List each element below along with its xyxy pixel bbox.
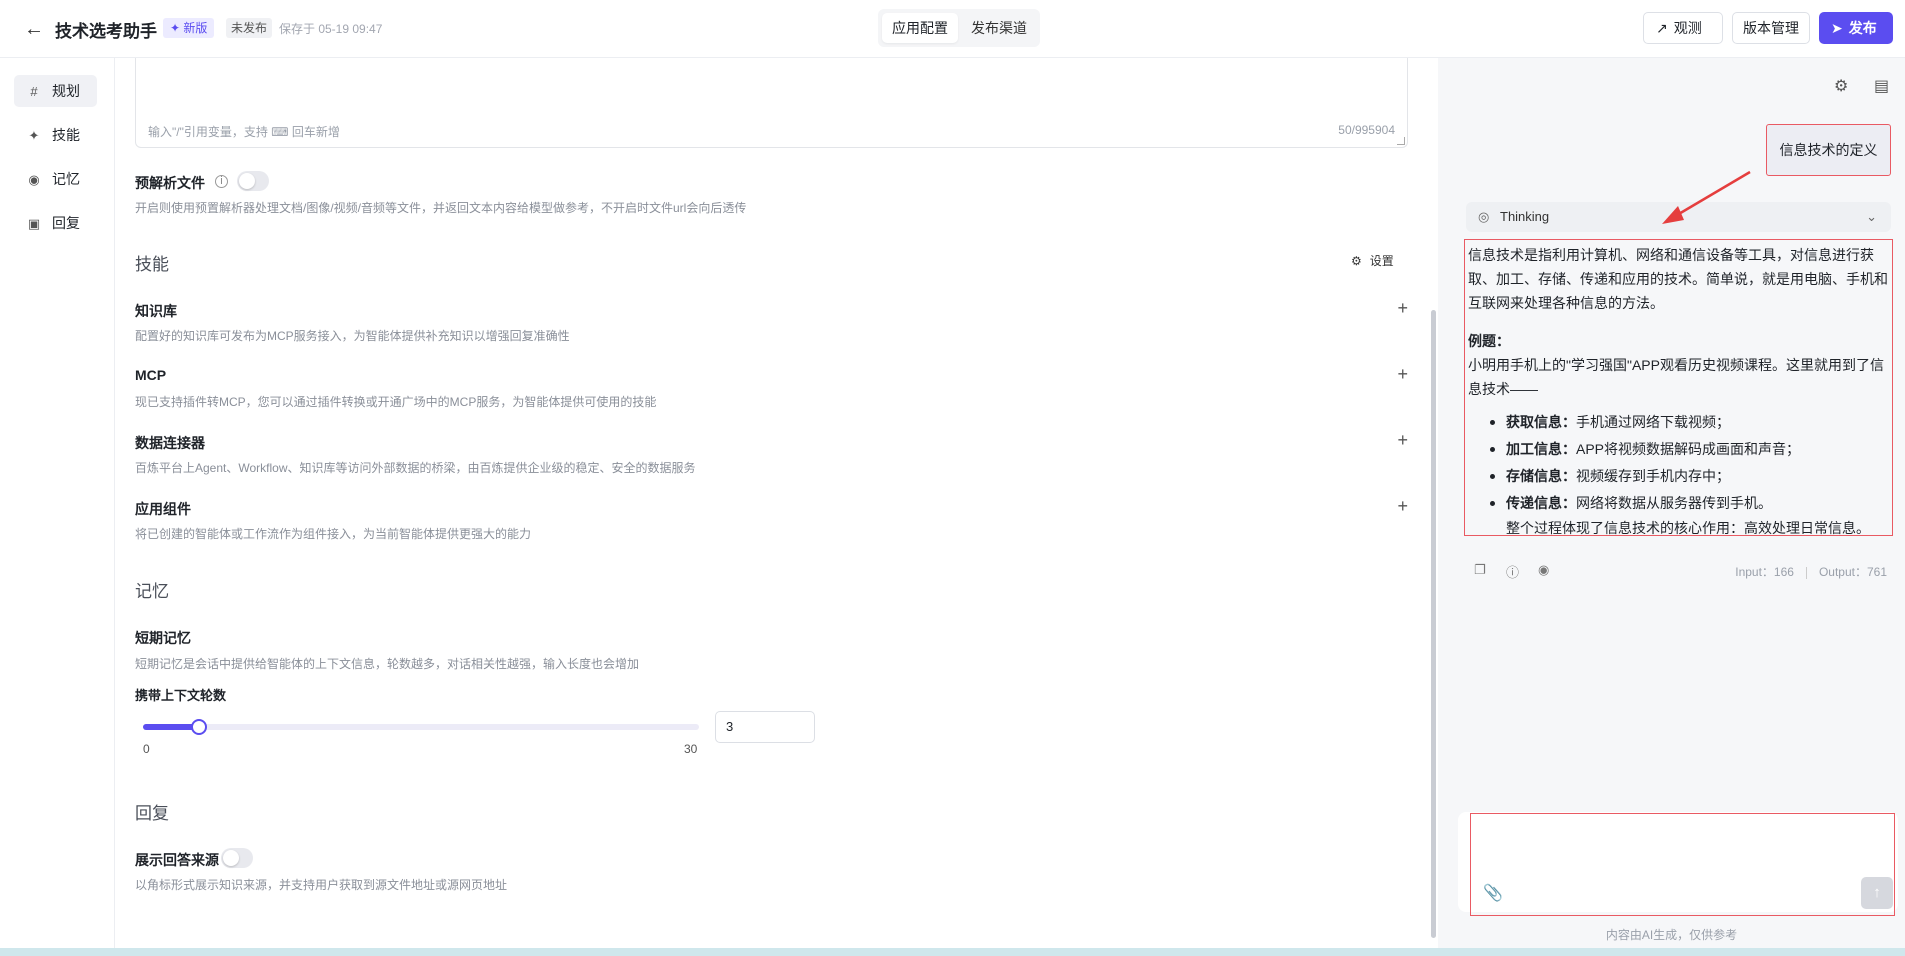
observe-button[interactable]: ↗ 观测 bbox=[1643, 12, 1723, 44]
mcp-desc: 现已支持插件转MCP，您可以通过插件转换或开通广场中的MCP服务，为智能体提供可… bbox=[135, 395, 657, 409]
example-title: 例题： bbox=[1468, 333, 1510, 349]
context-rounds-label: 携带上下文轮数 bbox=[135, 688, 227, 703]
annotation-arrow bbox=[1662, 170, 1751, 224]
arrow-head bbox=[1662, 206, 1684, 224]
nav-item-planning[interactable]: # 规划 bbox=[14, 75, 97, 107]
magic-icon: ✦ bbox=[28, 128, 40, 143]
data-connector-desc: 百炼平台上Agent、Workflow、知识库等访问外部数据的桥梁，由百炼提供企… bbox=[135, 461, 696, 475]
list-item: 获取信息：手机通过网络下载视频； bbox=[1490, 409, 1890, 436]
slider-min: 0 bbox=[143, 742, 150, 756]
attachment-icon[interactable]: 📎 bbox=[1483, 883, 1503, 903]
answer-intro: 信息技术是指利用计算机、网络和通信设备等工具，对信息进行获取、加工、存储、传递和… bbox=[1468, 247, 1888, 311]
unpublished-badge: 未发布 bbox=[226, 18, 273, 38]
version-management-button[interactable]: 版本管理 bbox=[1732, 12, 1810, 44]
config-panel: 输入"/"引用变量，支持 ⌨ 回车新增 50/995904 预解析文件 i 开启… bbox=[116, 58, 1438, 956]
reply-section-title: 回复 bbox=[135, 804, 169, 823]
saved-time: 保存于 05-19 09:47 bbox=[279, 22, 383, 36]
chart-line-icon: ↗ bbox=[1656, 20, 1668, 36]
newline-icon: ⌨ bbox=[271, 125, 289, 139]
preparse-label: 预解析文件 bbox=[135, 175, 205, 191]
slider-max: 30 bbox=[684, 742, 698, 756]
copy-icon[interactable]: ❐ bbox=[1474, 562, 1486, 578]
nav-item-memory[interactable]: ◉ 记忆 bbox=[14, 163, 97, 195]
memory-section-title: 记忆 bbox=[135, 582, 169, 601]
show-source-toggle[interactable] bbox=[221, 848, 253, 868]
resize-handle[interactable] bbox=[1397, 137, 1405, 145]
add-app-component-icon[interactable]: + bbox=[1397, 496, 1408, 517]
list-item: 传递信息：网络将数据从服务器传到手机。 bbox=[1490, 490, 1890, 517]
add-mcp-icon[interactable]: + bbox=[1397, 364, 1408, 385]
chevron-down-icon: ⌄ bbox=[1866, 209, 1877, 224]
hash-icon: # bbox=[30, 84, 38, 99]
ai-disclaimer: 内容由AI生成，仅供参考 bbox=[1605, 928, 1738, 942]
config-tabs: 应用配置 发布渠道 bbox=[878, 9, 1040, 47]
prompt-char-count: 50/995904 bbox=[1338, 123, 1395, 137]
prompt-textarea[interactable]: 输入"/"引用变量，支持 ⌨ 回车新增 50/995904 bbox=[135, 58, 1408, 148]
preparse-toggle[interactable] bbox=[237, 171, 269, 191]
brain-icon: ◉ bbox=[28, 172, 40, 187]
token-usage: Input：166 Output：761 bbox=[1735, 565, 1887, 579]
example-text: 小明用手机上的"学习强国"APP观看历史视频课程。这里就用到了信息技术—— bbox=[1468, 357, 1884, 397]
mcp-label: MCP bbox=[135, 367, 167, 383]
assistant-answer: 信息技术是指利用计算机、网络和通信设备等工具，对信息进行获取、加工、存储、传递和… bbox=[1464, 239, 1893, 536]
data-connector-label: 数据连接器 bbox=[135, 435, 205, 451]
show-source-desc: 以角标形式展示知识来源，并支持用户获取到源文件地址或源网页地址 bbox=[135, 878, 508, 892]
gear-icon[interactable]: ⚙ bbox=[1834, 76, 1848, 96]
answer-summary: 整个过程体现了信息技术的核心作用：高效处理日常信息。 bbox=[1506, 520, 1870, 536]
help-icon[interactable]: ⓘ bbox=[1506, 562, 1519, 581]
tab-publish-channel[interactable]: 发布渠道 bbox=[961, 13, 1037, 43]
publish-button[interactable]: ➤ 发布 bbox=[1819, 12, 1893, 44]
add-data-connector-icon[interactable]: + bbox=[1397, 430, 1408, 451]
list-item: 加工信息：APP将视频数据解码成画面和声音； bbox=[1490, 436, 1890, 463]
info-icon[interactable]: i bbox=[215, 175, 228, 188]
nav-item-skills[interactable]: ✦ 技能 bbox=[14, 119, 97, 151]
bulb-icon: ◎ bbox=[1478, 209, 1490, 224]
arrow-left-icon[interactable]: ← bbox=[24, 17, 48, 41]
arrow-up-icon: ↑ bbox=[1873, 884, 1881, 901]
top-bar: ← 技术选考助手 ✦ 新版 未发布 保存于 05-19 09:47 应用配置 发… bbox=[0, 0, 1905, 58]
send-icon: ➤ bbox=[1831, 20, 1843, 36]
answer-bullets: 获取信息：手机通过网络下载视频； 加工信息：APP将视频数据解码成画面和声音； … bbox=[1468, 409, 1890, 517]
context-rounds-slider[interactable] bbox=[143, 719, 699, 735]
tab-app-config[interactable]: 应用配置 bbox=[882, 13, 958, 43]
app-component-label: 应用组件 bbox=[135, 501, 191, 517]
target-icon[interactable]: ◉ bbox=[1538, 562, 1549, 578]
skills-settings-button[interactable]: ⚙ 设置 bbox=[1351, 252, 1394, 269]
list-item: 存储信息：视频缓存到手机内存中； bbox=[1490, 463, 1890, 490]
slider-thumb[interactable] bbox=[191, 719, 207, 735]
new-version-badge: ✦ 新版 bbox=[163, 18, 215, 38]
chat-input[interactable] bbox=[1470, 813, 1895, 916]
short-memory-label: 短期记忆 bbox=[135, 630, 191, 646]
send-button[interactable]: ↑ bbox=[1861, 877, 1893, 909]
left-nav: # 规划 ✦ 技能 ◉ 记忆 ▣ 回复 bbox=[0, 58, 115, 956]
context-rounds-input[interactable]: 3 bbox=[715, 711, 815, 743]
prompt-hint: 输入"/"引用变量，支持 ⌨ 回车新增 bbox=[148, 125, 340, 139]
app-component-desc: 将已创建的智能体或工作流作为组件接入，为当前智能体提供更强大的能力 bbox=[135, 527, 532, 541]
knowledge-base-label: 知识库 bbox=[135, 303, 177, 319]
short-memory-desc: 短期记忆是会话中提供给智能体的上下文信息，轮数越多，对话相关性越强，输入长度也会… bbox=[135, 657, 640, 671]
arrow-shaft bbox=[1671, 170, 1751, 220]
show-source-label: 展示回答来源 bbox=[135, 852, 219, 868]
nav-item-reply[interactable]: ▣ 回复 bbox=[14, 207, 97, 239]
app-title: 技术选考助手 bbox=[55, 22, 157, 41]
preparse-desc: 开启则使用预置解析器处理文档/图像/视频/音频等文件，并返回文本内容给模型做参考… bbox=[135, 201, 747, 215]
main-scrollbar[interactable] bbox=[1431, 310, 1436, 938]
broom-icon[interactable]: ▤ bbox=[1874, 76, 1889, 96]
bottom-strip bbox=[0, 948, 1905, 956]
reply-icon: ▣ bbox=[27, 216, 41, 231]
knowledge-base-desc: 配置好的知识库可发布为MCP服务接入，为智能体提供补充知识以增强回复准确性 bbox=[135, 329, 570, 343]
gear-icon: ⚙ bbox=[1351, 254, 1362, 268]
skills-section-title: 技能 bbox=[135, 255, 169, 274]
add-knowledge-base-icon[interactable]: + bbox=[1397, 298, 1408, 319]
user-message: 信息技术的定义 bbox=[1766, 124, 1891, 176]
